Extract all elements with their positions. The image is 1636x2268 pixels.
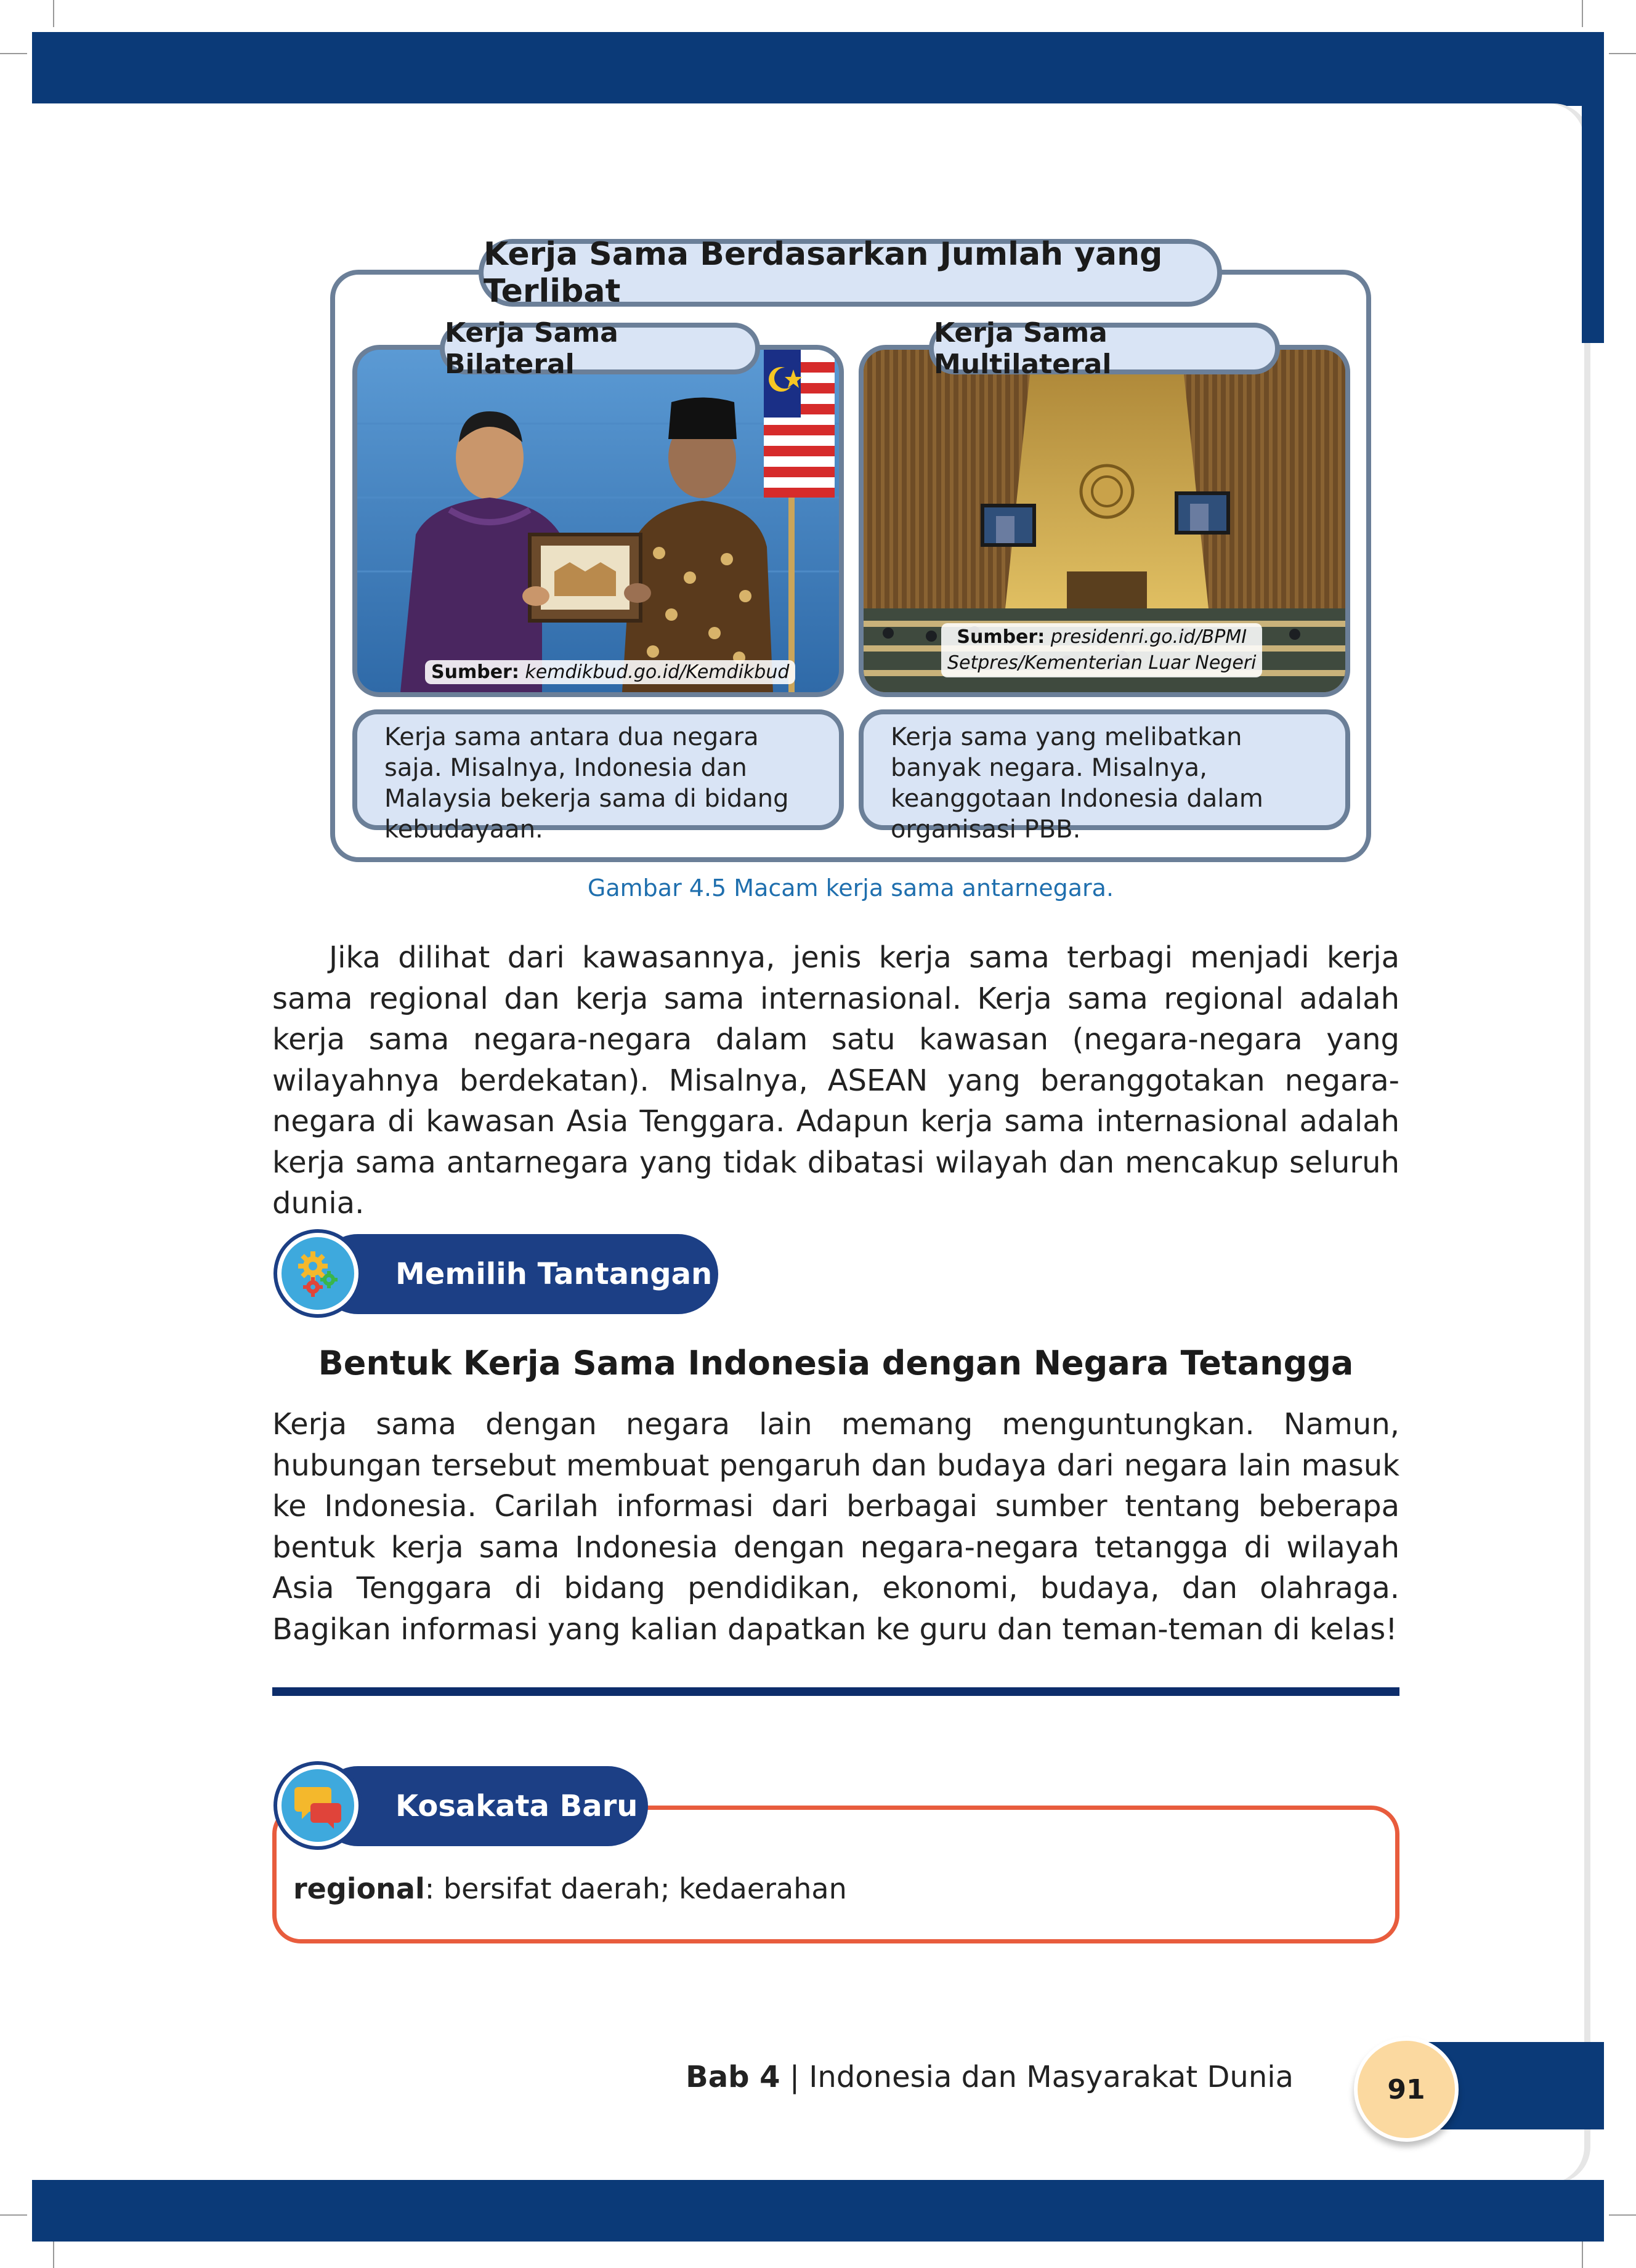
source-prefix: Sumber:	[957, 626, 1045, 648]
vocab-definition: : bersifat daerah; kedaerahan	[424, 1872, 847, 1905]
bilateral-source: Sumber: kemdikbud.go.id/Kemdikbud	[425, 660, 796, 684]
figure-title: Kerja Sama Berdasarkan Jumlah yang Terli…	[479, 236, 1222, 310]
challenge-label-pill: Memilih Tantangan	[318, 1234, 718, 1314]
bilateral-label: Kerja Sama Bilateral	[440, 317, 760, 380]
vocab-entry: regional: bersifat daerah; kedaerahan	[293, 1872, 847, 1905]
side-strip	[1582, 32, 1604, 343]
header-band	[32, 32, 1604, 106]
footer-running-head: Bab 4 | Indonesia dan Masyarakat Dunia	[653, 2060, 1294, 2094]
crop-mark	[1609, 53, 1636, 54]
gears-icon	[273, 1229, 362, 1318]
source-line1: presidenri.go.id/BPMI	[1050, 626, 1247, 648]
crop-mark	[53, 0, 54, 27]
footer-separator: |	[780, 2060, 809, 2094]
vocab-label-pill: Kosakata Baru	[318, 1766, 648, 1846]
body-paragraph: Jika dilihat dari kawasannya, jenis kerj…	[272, 940, 1399, 1221]
challenge-label: Memilih Tantangan	[395, 1257, 713, 1291]
figure-caption: Gambar 4.5 Macam kerja sama antarnegara.	[587, 874, 1114, 902]
footer-chapter: Bab 4	[686, 2060, 780, 2094]
crop-mark	[0, 2214, 27, 2216]
crop-mark	[0, 53, 27, 54]
section-divider	[272, 1687, 1399, 1696]
multilateral-description: Kerja sama yang melibatkan banyak negara…	[859, 709, 1350, 844]
source-line2: Setpres/Kementerian Luar Negeri	[947, 652, 1257, 674]
source-prefix: Sumber:	[431, 661, 519, 683]
footer-title: Indonesia dan Masyarakat Dunia	[809, 2060, 1294, 2094]
chat-bubbles-icon	[273, 1761, 362, 1850]
bilateral-photo-illustration	[357, 350, 839, 692]
challenge-title: Bentuk Kerja Sama Indonesia dengan Negar…	[318, 1344, 1354, 1382]
bilateral-description: Kerja sama antara dua negara saja. Misal…	[352, 709, 844, 844]
vocab-label: Kosakata Baru	[395, 1789, 638, 1823]
vocab-term: regional	[293, 1872, 425, 1905]
source-text: kemdikbud.go.id/Kemdikbud	[525, 661, 790, 683]
crop-mark	[53, 2242, 54, 2268]
crop-mark	[1582, 0, 1583, 27]
challenge-body: Kerja sama dengan negara lain memang men…	[272, 1407, 1399, 1647]
multilateral-label: Kerja Sama Multilateral	[929, 317, 1280, 380]
crop-mark	[1609, 2214, 1636, 2216]
crop-mark	[1582, 2242, 1583, 2268]
multilateral-source: Sumber: presidenri.go.id/BPMI Setpres/Ke…	[941, 623, 1263, 677]
bilateral-photo	[352, 345, 844, 697]
footer-band	[32, 2180, 1604, 2242]
page-number: 91	[1354, 2037, 1459, 2142]
